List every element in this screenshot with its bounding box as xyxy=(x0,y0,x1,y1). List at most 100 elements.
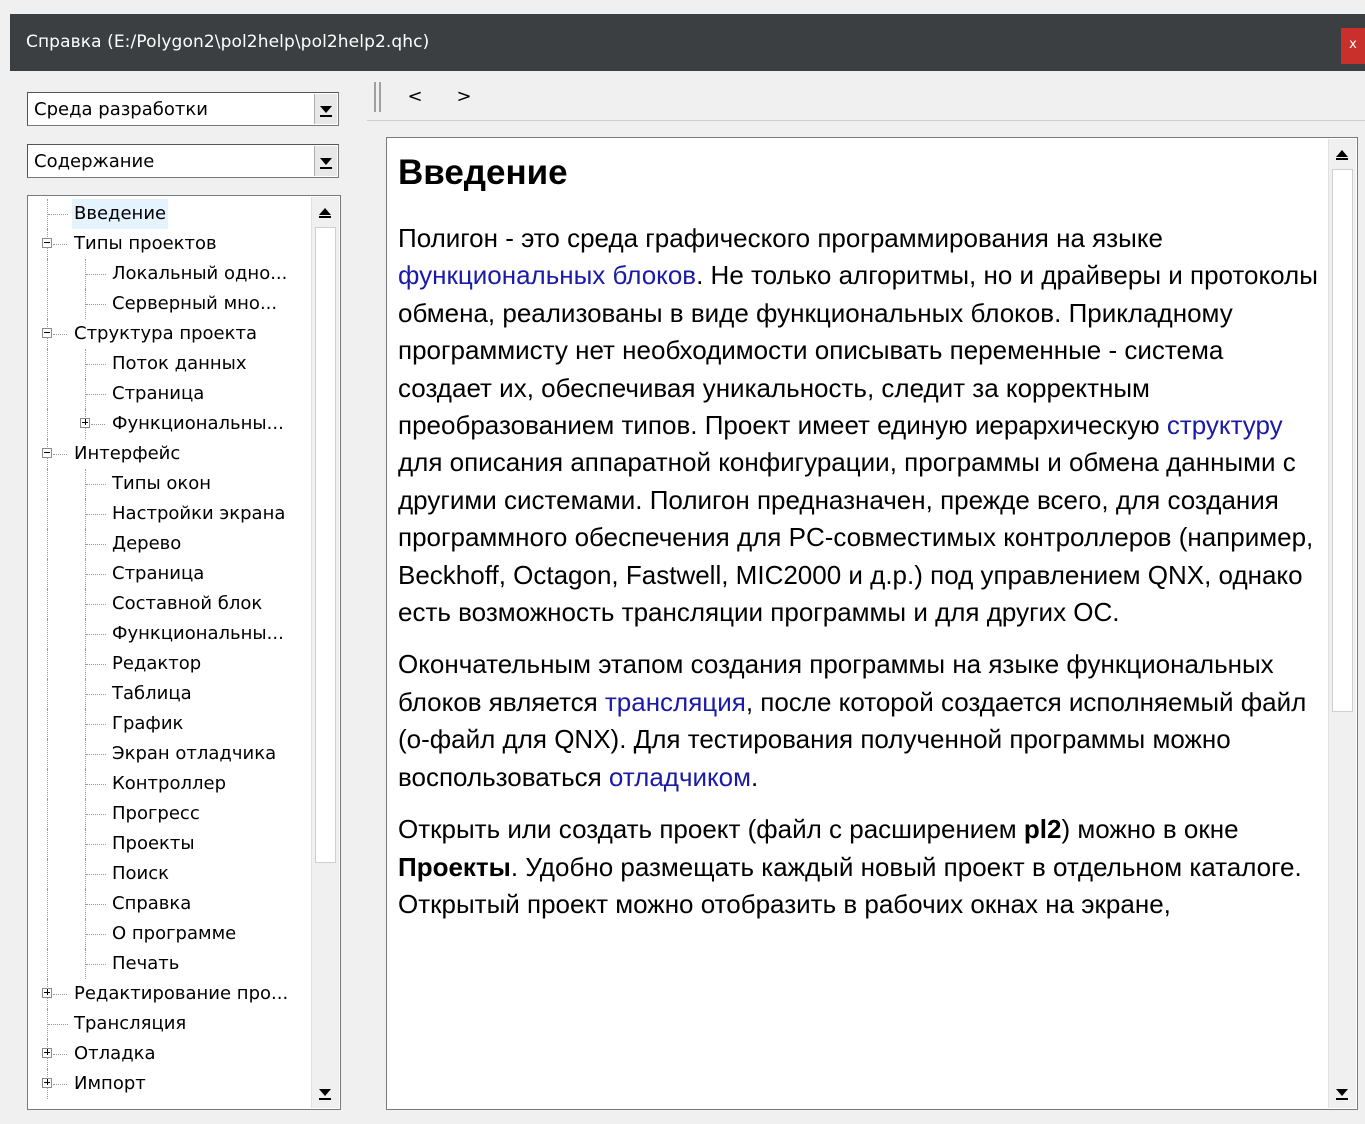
tree-connector xyxy=(86,754,106,755)
tree-connector xyxy=(53,454,67,455)
tree-item[interactable]: Введение xyxy=(28,199,318,229)
window-titlebar: Справка (E:/Polygon2\pol2help\pol2help2.… xyxy=(10,14,1365,71)
tree-item-label: Контроллер xyxy=(112,773,226,794)
tree-connector xyxy=(86,574,106,575)
expand-icon[interactable] xyxy=(80,418,90,428)
tree-item[interactable]: Дерево xyxy=(28,529,318,559)
tree-connector xyxy=(53,994,67,995)
article-link[interactable]: трансляция xyxy=(605,687,746,717)
tree-item-label: Прогресс xyxy=(112,803,200,824)
article-text: Открытый проект можно отобразить в рабоч… xyxy=(398,888,1171,919)
expand-icon[interactable] xyxy=(42,988,52,998)
contents-tree[interactable]: Введение Типы проектов Локальный одно... Се… xyxy=(27,195,341,1110)
tree-item-label: Импорт xyxy=(74,1073,146,1094)
tree-guide xyxy=(47,469,48,499)
tree-item-label: Интерфейс xyxy=(74,443,181,464)
expand-icon[interactable] xyxy=(42,1078,52,1088)
scroll-up-icon[interactable] xyxy=(313,197,338,225)
tree-item[interactable]: Типы проектов xyxy=(28,229,318,259)
tree-item[interactable]: Отладка xyxy=(28,1039,318,1069)
tree-item-label: Введение xyxy=(72,199,169,229)
scroll-up-icon[interactable] xyxy=(1330,139,1355,167)
tree-item[interactable]: Структура проекта xyxy=(28,319,318,349)
article-link[interactable]: структуру xyxy=(1167,410,1283,440)
tree-item-label: Справка xyxy=(112,893,192,914)
collapse-icon[interactable] xyxy=(42,448,52,458)
content-scrollbar[interactable] xyxy=(1328,139,1356,1108)
tree-item[interactable]: Проекты xyxy=(28,829,318,859)
tree-scrollbar[interactable] xyxy=(311,197,339,1108)
tree-connector xyxy=(86,784,106,785)
tree-item[interactable]: Составной блок xyxy=(28,589,318,619)
tree-item[interactable]: Печать xyxy=(28,949,318,979)
scroll-down-icon[interactable] xyxy=(313,1080,338,1108)
collapse-icon[interactable] xyxy=(42,238,52,248)
article-link[interactable]: функциональных блоков xyxy=(398,260,696,290)
tree-item-label: Типы проектов xyxy=(74,233,217,254)
tree-item-label: Печать xyxy=(112,953,180,974)
toolbar-divider xyxy=(367,120,1365,121)
tree-item[interactable]: Контроллер xyxy=(28,769,318,799)
tree-item[interactable]: Прогресс xyxy=(28,799,318,829)
tree-item-label: График xyxy=(112,713,184,734)
tree-guide xyxy=(47,769,48,799)
tree-item-label: Страница xyxy=(112,383,205,404)
tree-item-label: Проекты xyxy=(112,833,195,854)
chevron-down-icon[interactable] xyxy=(314,94,337,124)
tree-item-label: Поиск xyxy=(112,863,170,884)
tree-item[interactable]: Серверный мно... xyxy=(28,289,318,319)
tree-scroll-thumb[interactable] xyxy=(315,227,336,863)
view-mode-select[interactable]: Содержание xyxy=(27,144,339,178)
tree-item[interactable]: Поиск xyxy=(28,859,318,889)
tree-item-label: Функциональны... xyxy=(112,413,284,434)
tree-item[interactable]: Импорт xyxy=(28,1069,318,1099)
article-bold-text: Проекты xyxy=(398,851,511,882)
collapse-icon[interactable] xyxy=(42,328,52,338)
content-scroll-thumb[interactable] xyxy=(1332,169,1353,712)
tree-connector xyxy=(86,694,106,695)
tree-item[interactable]: Локальный одно... xyxy=(28,259,318,289)
tree-item-label: Локальный одно... xyxy=(112,263,288,284)
tree-item[interactable]: Справка xyxy=(28,889,318,919)
tree-item[interactable]: Таблица xyxy=(28,679,318,709)
toolbar-grip[interactable] xyxy=(374,82,381,112)
expand-icon[interactable] xyxy=(42,1048,52,1058)
tree-item[interactable]: Редактор xyxy=(28,649,318,679)
tree-item-label: Серверный мно... xyxy=(112,293,278,314)
article-paragraph: Полигон - это среда графического програм… xyxy=(398,220,1323,631)
tree-item[interactable]: Трансляция xyxy=(28,1009,318,1039)
tree-item[interactable]: Интерфейс xyxy=(28,439,318,469)
tree-item[interactable]: Экран отладчика xyxy=(28,739,318,769)
tree-item-label: Трансляция xyxy=(74,1013,187,1034)
tree-item[interactable]: Поток данных xyxy=(28,349,318,379)
tree-connector xyxy=(53,244,67,245)
tree-connector xyxy=(86,874,106,875)
environment-select[interactable]: Среда разработки xyxy=(27,92,339,126)
tree-connector xyxy=(86,364,106,365)
forward-button[interactable]: > xyxy=(454,86,474,107)
tree-guide xyxy=(47,529,48,559)
tree-item-label: Дерево xyxy=(112,533,182,554)
tree-item[interactable]: Функциональны... xyxy=(28,409,318,439)
tree-item[interactable]: Типы окон xyxy=(28,469,318,499)
tree-item[interactable]: Настройки экрана xyxy=(28,499,318,529)
tree-item[interactable]: График xyxy=(28,709,318,739)
tree-guide xyxy=(47,379,48,409)
tree-guide xyxy=(47,859,48,889)
tree-item[interactable]: Функциональны... xyxy=(28,619,318,649)
chevron-down-icon[interactable] xyxy=(314,146,337,176)
close-button[interactable]: x xyxy=(1341,28,1365,64)
tree-item-label: Страница xyxy=(112,563,205,584)
tree-guide xyxy=(47,709,48,739)
back-button[interactable]: < xyxy=(405,86,425,107)
tree-connector xyxy=(86,484,106,485)
article-link[interactable]: отладчиком xyxy=(609,762,751,792)
tree-item[interactable]: Редактирование про... xyxy=(28,979,318,1009)
scroll-down-icon[interactable] xyxy=(1330,1080,1355,1108)
tree-item-label: Структура проекта xyxy=(74,323,257,344)
tree-item[interactable]: Страница xyxy=(28,559,318,589)
tree-item[interactable]: О программе xyxy=(28,919,318,949)
tree-guide xyxy=(47,649,48,679)
help-content-view[interactable]: Введение Полигон - это среда графическог… xyxy=(386,137,1358,1110)
tree-item[interactable]: Страница xyxy=(28,379,318,409)
